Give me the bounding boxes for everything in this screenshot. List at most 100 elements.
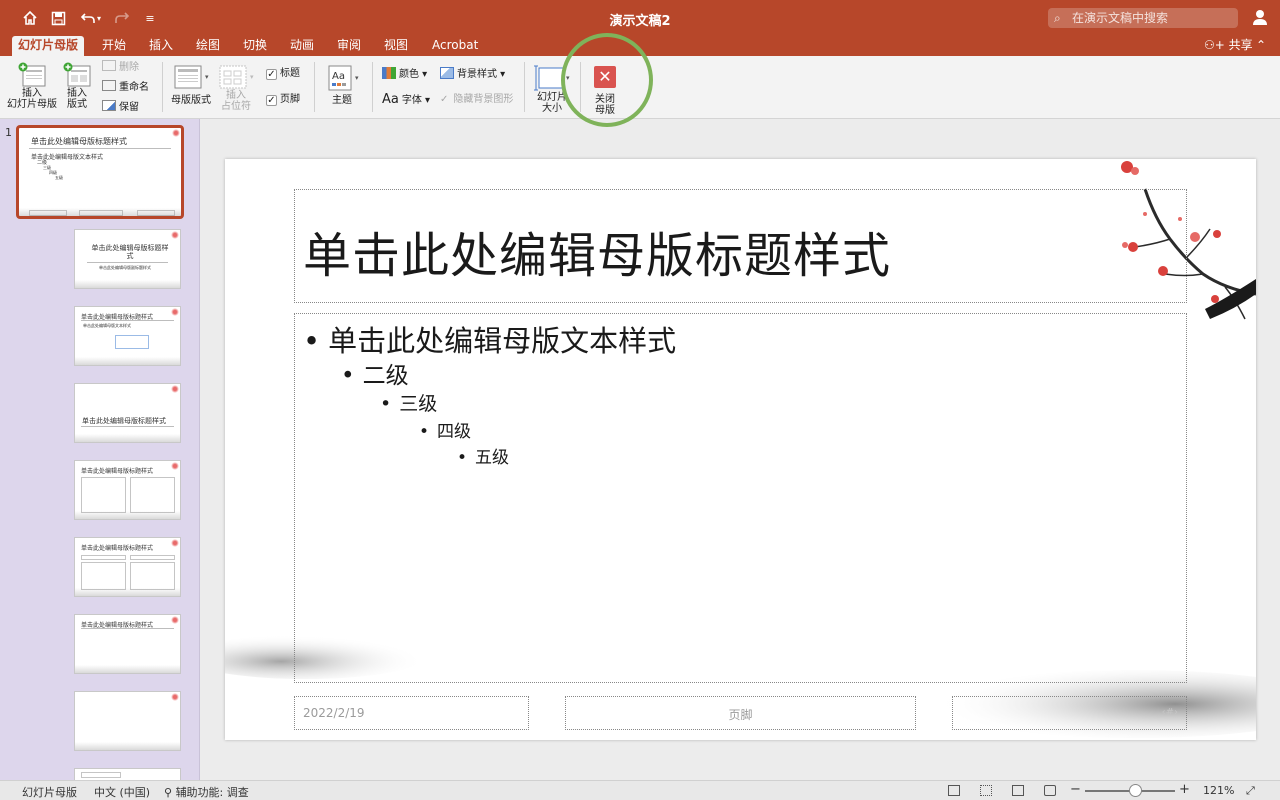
delete-label: 删除 [119,62,139,73]
colors-label: 颜色 [399,69,419,80]
ink-wash-decoration [75,357,180,365]
insert-layout-button[interactable]: 插入 版式 [60,62,94,110]
fonts-dropdown[interactable]: Aa 字体 ▾ [382,93,430,108]
body-text-placeholder[interactable]: • 单击此处编辑母版文本样式 • 二级 • 三级 • 四级 • 五级 [294,313,1187,683]
slide-title: 单击此处编辑母版标题样式 [303,228,892,284]
background-styles-dropdown[interactable]: 背景样式 ▾ [440,67,505,82]
fit-to-window-icon[interactable]: ⤢ [1246,784,1255,798]
thumbnail-title: 单击此处编辑母版标题样式 [91,244,169,260]
fonts-label: 字体 [401,95,422,106]
share-button[interactable]: ⚇+ 共享 [1204,36,1253,56]
master-layout-button[interactable]: ▾ 母版版式 [168,64,214,106]
text-level-2: • 二级 [341,363,409,389]
close-master-view-button[interactable]: 关闭 母版 [585,94,625,116]
checkmark-icon: ✓ [440,94,449,105]
text-level-1-label: 单击此处编辑母版文本样式 [328,324,677,358]
svg-text:▾: ▾ [205,73,209,81]
footer-placeholder[interactable]: 页脚 [565,696,916,730]
delete-button[interactable]: 删除 [102,60,139,75]
ink-wash-decoration [19,208,181,216]
ribbon-separator [580,62,581,112]
tab-transitions[interactable]: 切换 [237,36,273,56]
insert-placeholder-button[interactable]: ▾ 插入 占位符 [216,64,256,112]
ribbon: 插入 幻灯片母版 插入 版式 删除 重命名 保留 ▾ 母版版式 ▾ 插入 占位符… [0,56,1280,119]
reading-view-icon[interactable] [1012,785,1024,796]
thumbnail-layout[interactable]: 单击此处编辑母版标题样式 单击此处编辑母版副标题样式 [74,229,181,289]
footer-text: 页脚 [728,708,753,722]
slide-number-placeholder[interactable]: ‹#› [952,696,1187,730]
normal-view-icon[interactable] [948,785,960,796]
ink-wash-decoration [75,742,180,750]
background-styles-icon [440,67,454,79]
thumbnail-layout[interactable]: 单击此处编辑母版标题样式 单击此处编辑母版文本样式 [74,306,181,366]
thumbnail-layout[interactable] [74,768,181,780]
undo-dropdown-icon[interactable]: ▾ [94,8,104,28]
customize-toolbar-icon[interactable]: ≡ [140,8,160,28]
themes-label: 主题 [332,95,352,106]
text-level-3-label: 三级 [399,393,438,415]
colors-dropdown[interactable]: 颜色 ▾ [382,67,427,82]
thumbnail-slide-master[interactable]: 单击此处编辑母版标题样式 单击此处编辑母版文本样式 二级 三级 四级 五级 [16,125,184,219]
tab-view[interactable]: 视图 [378,36,414,56]
footer-checkbox[interactable]: ✓ 页脚 [266,93,300,107]
fonts-icon: Aa [382,92,399,107]
zoom-in-icon[interactable]: + [1179,782,1190,797]
thumbnail-layout[interactable]: 单击此处编辑母版标题样式 [74,614,181,674]
title-placeholder[interactable]: 单击此处编辑母版标题样式 [294,189,1187,303]
tab-home[interactable]: 开始 [96,36,132,56]
language-label[interactable]: 中文 (中国) [94,784,150,800]
checkmark-icon: ✓ [266,69,277,80]
slide-size-button[interactable]: ▾ 幻灯片 大小 [532,64,572,114]
ribbon-tabs: 幻灯片母版 开始 插入 绘图 切换 动画 审阅 视图 Acrobat ⚇+ 共享… [0,36,1280,56]
tab-acrobat[interactable]: Acrobat [426,36,484,56]
preserve-label: 保留 [119,102,139,113]
plum-blossom-decoration [171,231,179,239]
user-account-icon[interactable] [1252,8,1270,28]
close-master-view-icon[interactable]: ✕ [594,66,616,88]
thumbnail-content-box [81,477,126,513]
save-icon[interactable] [48,8,68,28]
plum-blossom-decoration [171,693,179,701]
tab-slide-master[interactable]: 幻灯片母版 [12,36,85,56]
collapse-ribbon-icon[interactable]: ⌃ [1256,36,1266,54]
zoom-slider-thumb[interactable] [1128,784,1142,797]
hide-background-label: 隐藏背景图形 [453,94,514,105]
text-level-3: • 三级 [380,393,438,415]
insert-layout-label-2: 版式 [67,99,87,110]
tab-animations[interactable]: 动画 [284,36,320,56]
accessibility-status[interactable]: ⚲ 辅助功能: 调查 [164,784,249,800]
text-level-4: • 四级 [419,422,472,442]
thumbnail-layout[interactable] [74,691,181,751]
title-checkbox[interactable]: ✓ 标题 [266,67,300,81]
rename-button[interactable]: 重命名 [102,80,149,95]
view-mode-label: 幻灯片母版 [22,786,77,799]
hide-background-checkbox[interactable]: ✓ 隐藏背景图形 [440,93,513,107]
home-icon[interactable] [20,8,40,28]
text-level-1: • 单击此处编辑母版文本样式 [303,324,677,358]
themes-button[interactable]: Aa ▾ 主题 [322,64,362,106]
slide-sorter-icon[interactable] [980,785,992,796]
search-placeholder: 在演示文稿中搜索 [1072,11,1169,25]
tab-insert[interactable]: 插入 [143,36,179,56]
insert-slide-master-label-1: 插入 [22,88,42,99]
date-placeholder[interactable]: 2022/2/19 [294,696,529,730]
tab-draw[interactable]: 绘图 [190,36,226,56]
thumbnail-layout[interactable]: 单击此处编辑母版标题样式 [74,537,181,597]
rename-label: 重命名 [119,82,149,93]
thumbnail-layout[interactable]: 单击此处编辑母版标题样式 [74,460,181,520]
tab-review[interactable]: 审阅 [331,36,367,56]
zoom-out-icon[interactable]: − [1070,782,1081,797]
slide-size-icon: ▾ [534,65,570,91]
search-input[interactable]: ⌕ 在演示文稿中搜索 [1048,8,1238,28]
zoom-percentage[interactable]: 121% [1203,784,1234,797]
slide-master-canvas[interactable]: 单击此处编辑母版标题样式 • 单击此处编辑母版文本样式 • 二级 • 三级 • 四级 •… [225,159,1256,740]
redo-icon[interactable] [112,8,132,28]
thumbnail-text: 单击此处编辑母版文本样式 [83,323,131,328]
slideshow-icon[interactable] [1044,785,1056,796]
share-label: 共享 [1228,38,1253,52]
preserve-button[interactable]: 保留 [102,100,139,115]
insert-slide-master-button[interactable]: 插入 幻灯片母版 [6,62,58,110]
checkmark-icon: ✓ [266,95,277,106]
slide-thumbnail-pane[interactable]: 1 单击此处编辑母版标题样式 单击此处编辑母版文本样式 二级 三级 四级 五级 … [0,119,200,780]
thumbnail-layout[interactable]: 单击此处编辑母版标题样式 [74,383,181,443]
